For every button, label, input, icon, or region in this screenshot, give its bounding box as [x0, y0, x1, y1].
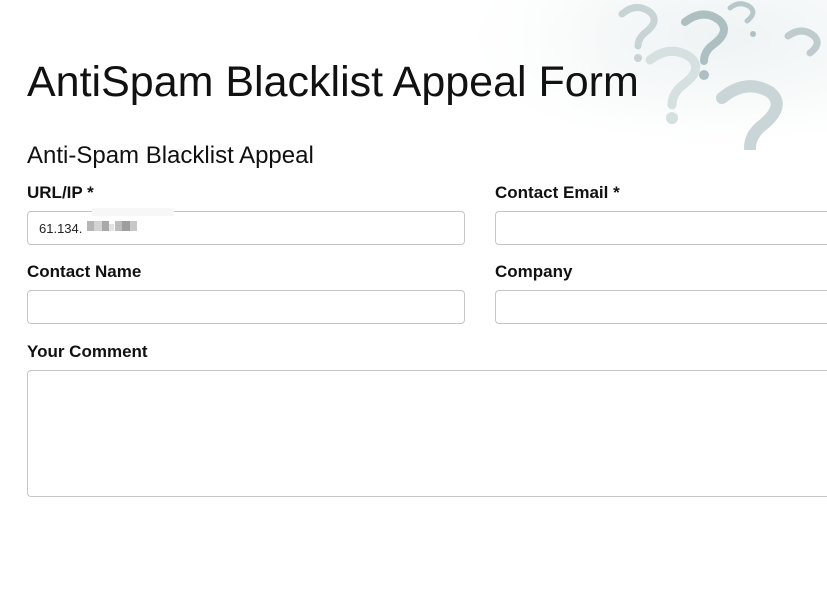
- url-ip-label: URL/IP *: [27, 183, 94, 202]
- company-input[interactable]: [495, 290, 827, 324]
- contact-name-label: Contact Name: [27, 262, 142, 281]
- contact-email-input[interactable]: [495, 211, 827, 245]
- comment-textarea[interactable]: [27, 370, 827, 497]
- comment-label: Your Comment: [27, 342, 148, 361]
- page-title: AntiSpam Blacklist Appeal Form: [27, 58, 639, 106]
- company-label: Company: [495, 262, 573, 281]
- form-section-title: Anti-Spam Blacklist Appeal: [27, 142, 314, 169]
- contact-email-label: Contact Email *: [495, 183, 620, 202]
- url-ip-input[interactable]: [27, 211, 465, 245]
- contact-name-input[interactable]: [27, 290, 465, 324]
